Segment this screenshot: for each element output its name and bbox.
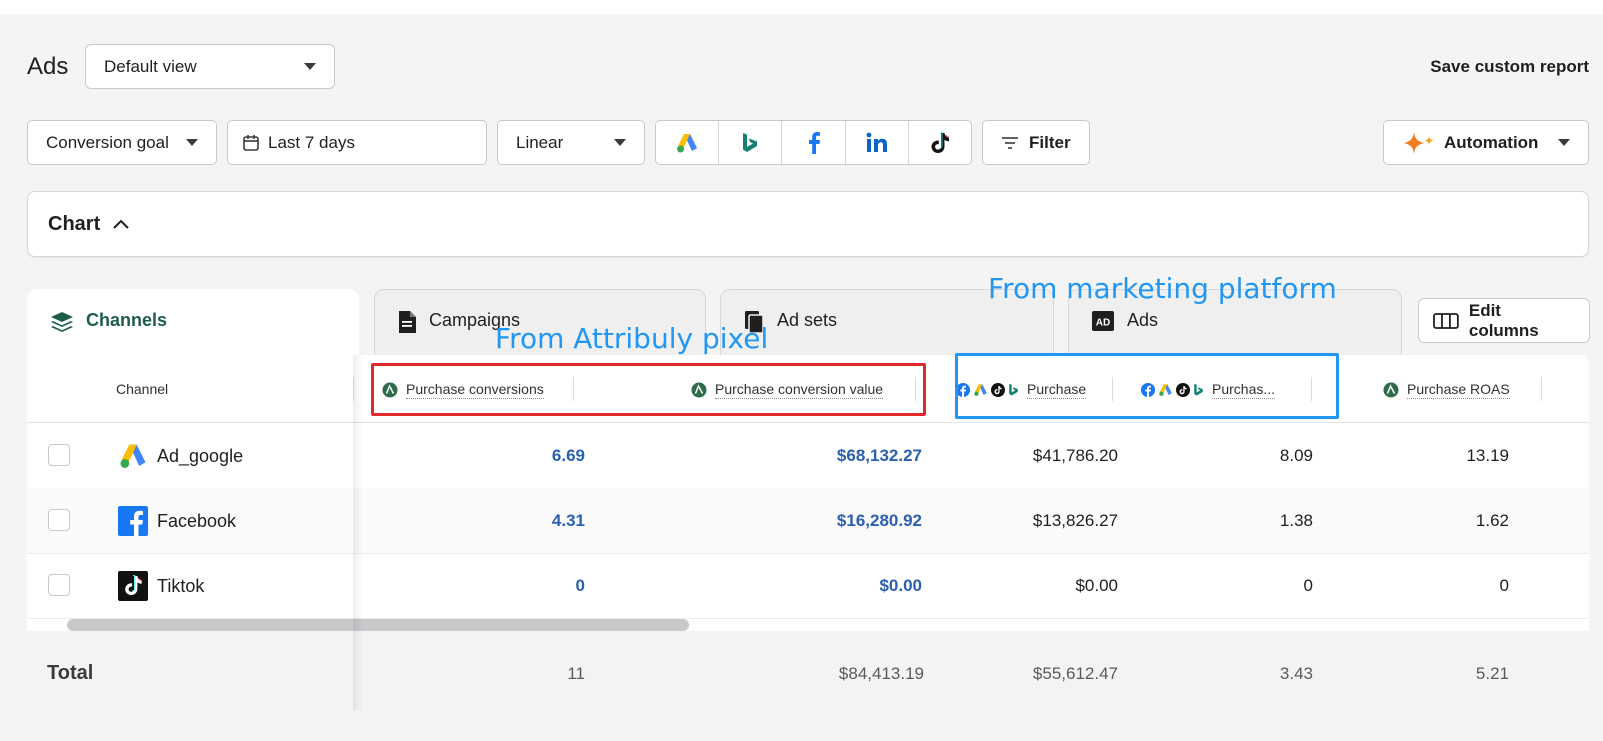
sticky-column-shadow bbox=[353, 355, 363, 710]
attribuly-icon bbox=[1383, 382, 1399, 398]
total-label: Total bbox=[47, 662, 94, 684]
edit-columns-button[interactable]: Edit columns bbox=[1418, 298, 1590, 343]
tab-ads-label: Ads bbox=[1127, 310, 1159, 330]
total-row: Total 11 $84,413.19 $55,612.47 3.43 5.21 bbox=[27, 631, 1589, 710]
caret-down-icon bbox=[304, 63, 316, 70]
column-header-purchase-roas[interactable]: Purchase ROAS bbox=[1383, 381, 1510, 399]
table-row[interactable]: Tiktok 0 $0.00 $0.00 0 0 bbox=[27, 553, 1589, 619]
annotation-box-platform bbox=[955, 353, 1339, 419]
attribution-model-label: Linear bbox=[516, 132, 564, 152]
google-ads-icon bbox=[120, 444, 146, 468]
caret-down-icon bbox=[614, 139, 626, 146]
cell-purchase-conversion-value[interactable]: $16,280.92 bbox=[837, 511, 922, 531]
row-checkbox[interactable] bbox=[48, 574, 70, 596]
cell-purchase: $41,786.20 bbox=[1032, 446, 1118, 465]
sparkle-icon bbox=[1404, 131, 1434, 154]
total-purchase-conversions: 11 bbox=[567, 664, 585, 683]
channel-name[interactable]: Tiktok bbox=[157, 576, 204, 597]
date-range-label: Last 7 days bbox=[268, 132, 355, 152]
total-purchase-roas: 5.21 bbox=[1475, 664, 1509, 683]
svg-text:AD: AD bbox=[1096, 318, 1110, 329]
linkedin-icon bbox=[866, 132, 887, 152]
table-row[interactable]: Facebook 4.31 $16,280.92 $13,826.27 1.38… bbox=[27, 488, 1589, 554]
column-header-label: Purchase ROAS bbox=[1407, 381, 1510, 399]
caret-down-icon bbox=[1558, 139, 1570, 146]
edit-columns-label: Edit columns bbox=[1468, 300, 1539, 340]
view-select-label: Default view bbox=[104, 56, 197, 76]
chart-panel-toggle[interactable]: Chart bbox=[27, 191, 1589, 257]
channel-name[interactable]: Facebook bbox=[157, 511, 236, 532]
total-purchase-conversion-value: $84,413.19 bbox=[838, 664, 924, 683]
tab-channels-label: Channels bbox=[86, 310, 168, 330]
cell-purchase-value: 8.09 bbox=[1279, 446, 1313, 465]
page-title: Ads bbox=[27, 53, 69, 80]
column-divider bbox=[1541, 377, 1542, 401]
cell-purchase-conversions[interactable]: 0 bbox=[576, 576, 585, 596]
conversion-goal-select[interactable]: Conversion goal bbox=[27, 120, 217, 165]
tiktok-icon bbox=[931, 131, 949, 153]
row-checkbox[interactable] bbox=[48, 444, 70, 466]
annotation-label-platform: From marketing platform bbox=[988, 272, 1337, 305]
caret-down-icon bbox=[186, 139, 198, 146]
view-select[interactable]: Default view bbox=[85, 44, 335, 89]
attribution-model-select[interactable]: Linear bbox=[497, 120, 645, 165]
platform-tiktok[interactable] bbox=[909, 121, 971, 164]
cell-purchase-roas: 0 bbox=[1499, 576, 1509, 595]
total-purchase: $55,612.47 bbox=[1032, 664, 1118, 683]
table-row[interactable]: Ad_google 6.69 $68,132.27 $41,786.20 8.0… bbox=[27, 423, 1589, 489]
platform-facebook[interactable] bbox=[782, 121, 846, 164]
cell-purchase-conversion-value[interactable]: $0.00 bbox=[879, 576, 922, 596]
filter-icon bbox=[1002, 136, 1018, 149]
date-range-picker[interactable]: Last 7 days bbox=[227, 120, 487, 165]
tiktok-icon bbox=[118, 571, 148, 601]
ad-badge-icon: AD bbox=[1092, 311, 1114, 331]
filter-button[interactable]: Filter bbox=[982, 120, 1090, 165]
layers-icon bbox=[51, 312, 73, 332]
platform-toggle-group bbox=[655, 120, 972, 165]
automation-button[interactable]: Automation bbox=[1383, 120, 1589, 165]
channel-name[interactable]: Ad_google bbox=[157, 446, 243, 467]
cell-purchase-conversions[interactable]: 4.31 bbox=[552, 511, 585, 531]
top-strip bbox=[0, 0, 1603, 14]
cell-purchase-conversion-value[interactable]: $68,132.27 bbox=[837, 446, 922, 466]
cell-purchase-value: 1.38 bbox=[1279, 511, 1313, 530]
cell-purchase-roas: 1.62 bbox=[1475, 511, 1509, 530]
horizontal-scrollbar[interactable] bbox=[67, 619, 689, 631]
cell-purchase: $13,826.27 bbox=[1032, 511, 1118, 530]
row-checkbox[interactable] bbox=[48, 509, 70, 531]
chevron-up-icon bbox=[113, 219, 129, 229]
cell-purchase-conversions[interactable]: 6.69 bbox=[552, 446, 585, 466]
tab-ad-sets-label: Ad sets bbox=[777, 310, 838, 330]
cell-purchase-value: 0 bbox=[1303, 576, 1313, 595]
column-header-label: Channel bbox=[116, 381, 169, 397]
chart-panel-label: Chart bbox=[48, 212, 101, 235]
filter-label: Filter bbox=[1029, 132, 1071, 152]
facebook-icon bbox=[118, 506, 148, 536]
platform-google-ads[interactable] bbox=[656, 121, 720, 164]
conversion-goal-label: Conversion goal bbox=[46, 132, 169, 152]
columns-icon bbox=[1433, 312, 1459, 329]
automation-label: Automation bbox=[1444, 132, 1539, 152]
total-purchase-value: 3.43 bbox=[1279, 664, 1313, 683]
save-custom-report-button[interactable]: Save custom report bbox=[1430, 57, 1589, 77]
platform-linkedin[interactable] bbox=[846, 121, 909, 164]
facebook-icon bbox=[808, 131, 820, 154]
google-ads-icon bbox=[677, 133, 698, 152]
annotation-box-pixel bbox=[371, 363, 926, 416]
calendar-icon bbox=[243, 134, 259, 151]
platform-bing[interactable] bbox=[719, 121, 783, 164]
annotation-label-pixel: From Attribuly pixel bbox=[495, 322, 769, 355]
tab-channels[interactable]: Channels bbox=[27, 289, 359, 363]
column-header-channel[interactable]: Channel bbox=[116, 381, 168, 397]
document-icon bbox=[399, 311, 416, 333]
cell-purchase: $0.00 bbox=[1075, 576, 1118, 595]
cell-purchase-roas: 13.19 bbox=[1466, 446, 1509, 465]
bing-icon bbox=[743, 132, 758, 152]
